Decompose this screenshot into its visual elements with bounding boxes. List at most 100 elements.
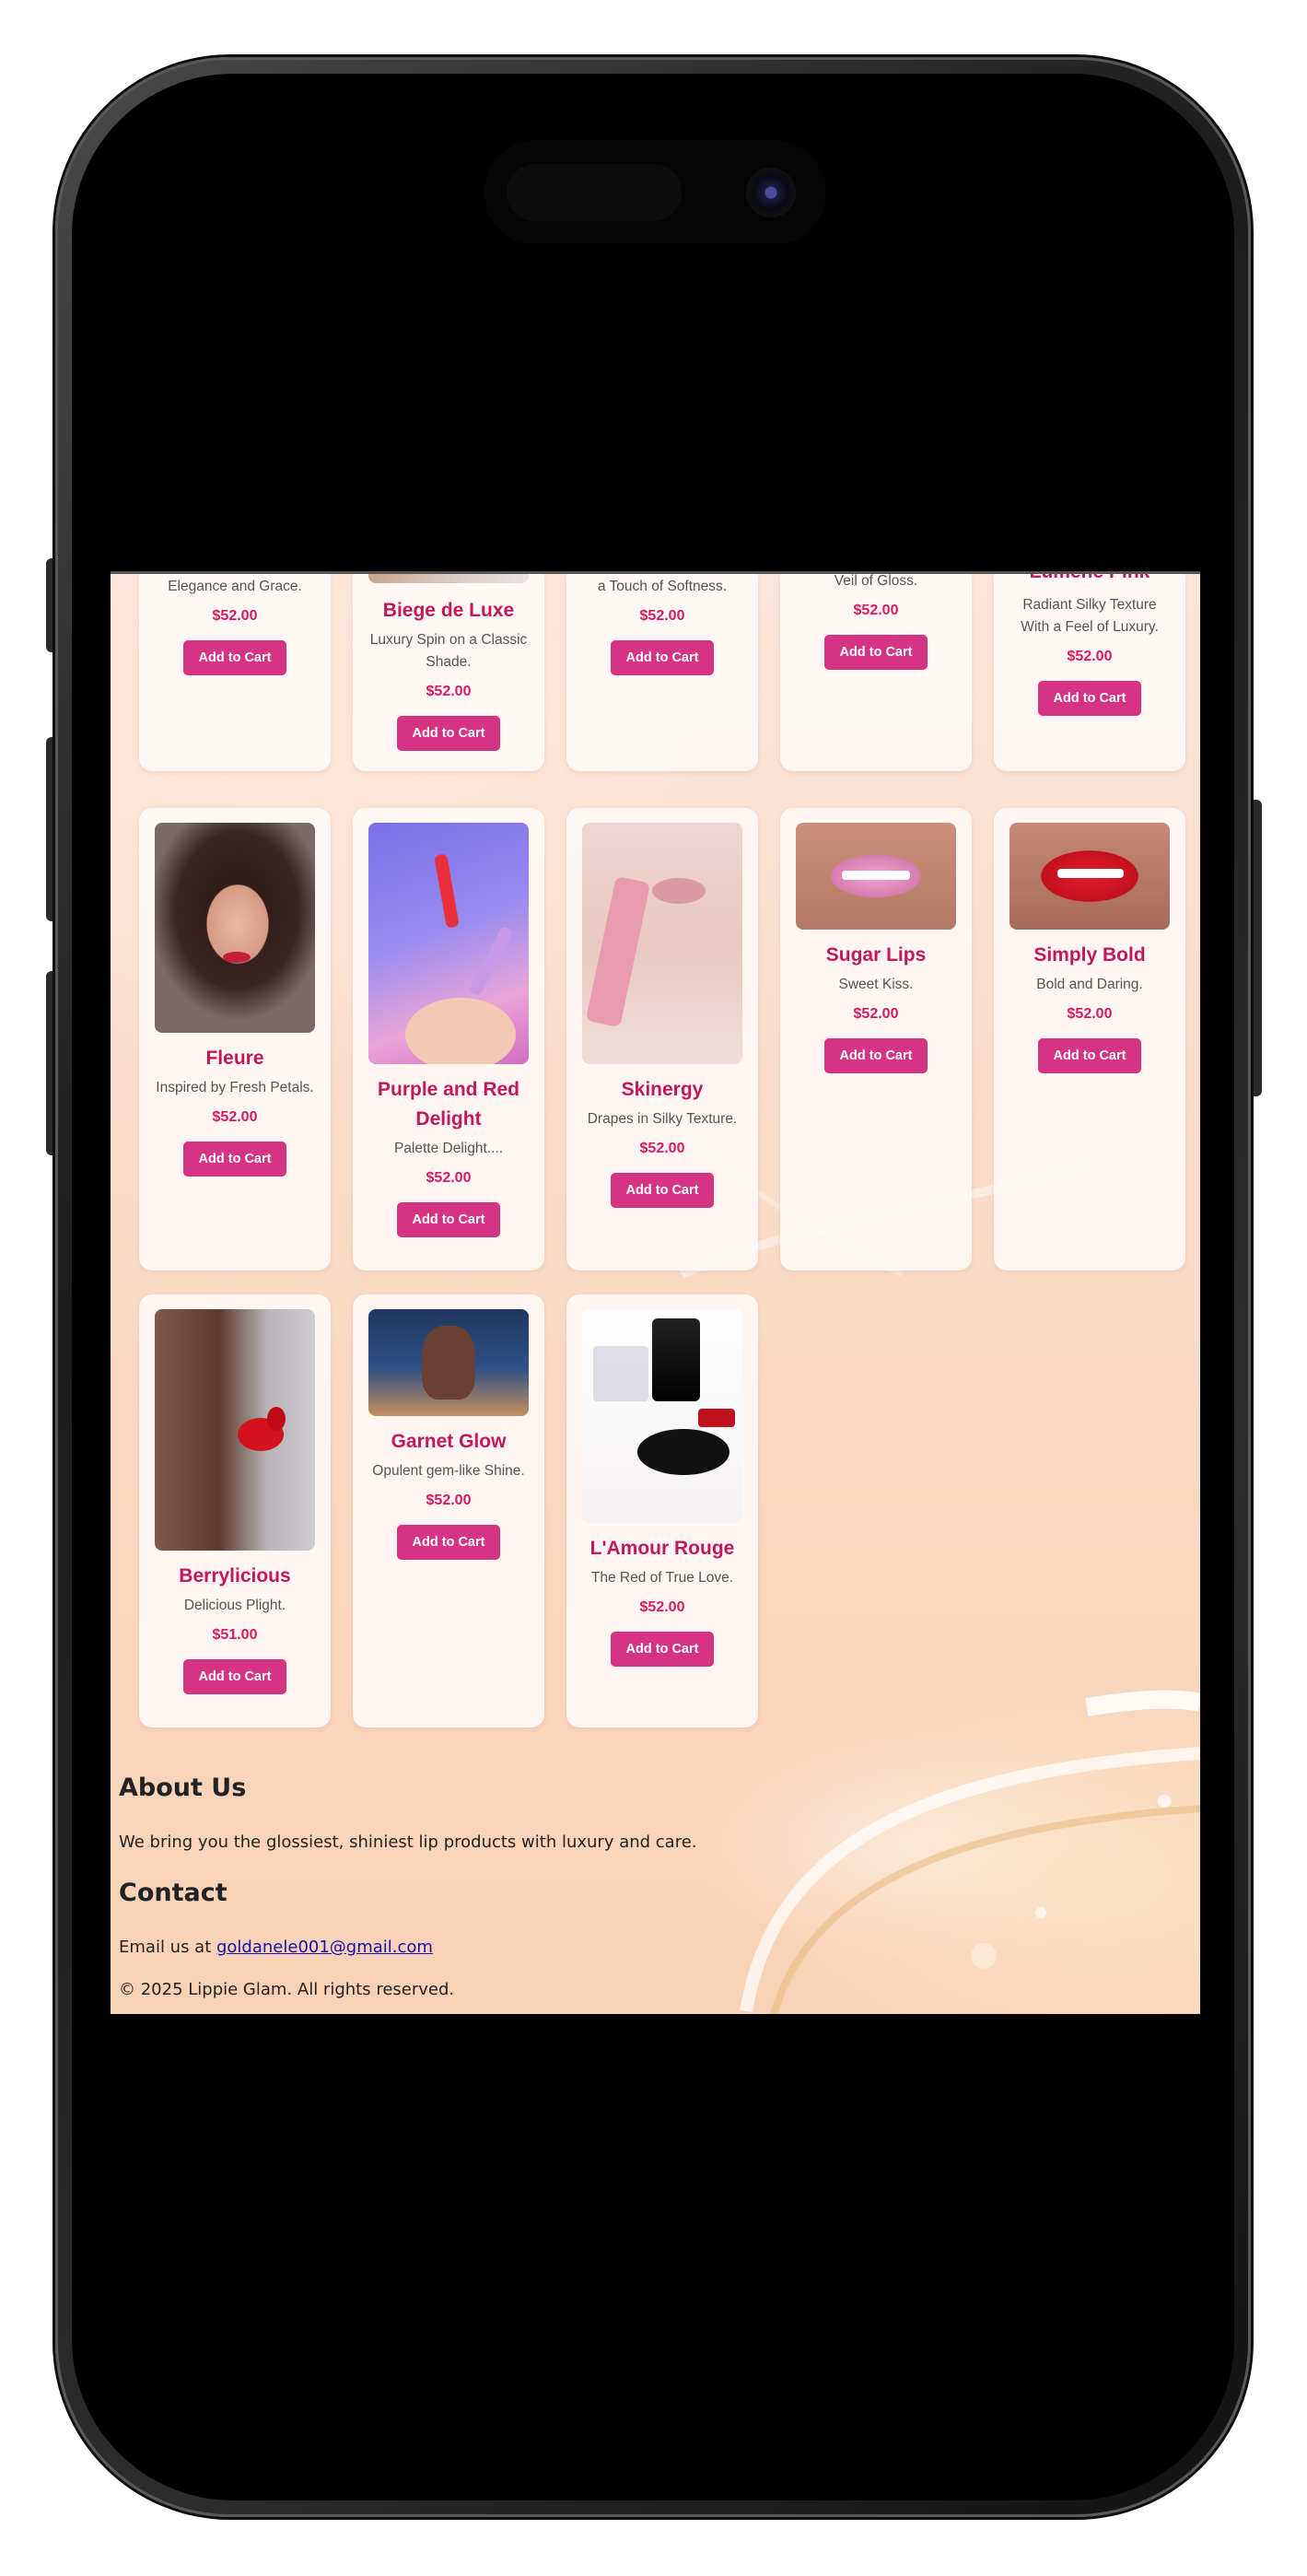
add-to-cart-button[interactable]: Add to Cart	[824, 1038, 928, 1073]
contact-section: Contact	[119, 1879, 228, 1907]
purple-gloss-tube	[468, 925, 514, 997]
strawberry-detail	[267, 1407, 286, 1431]
product-description: Palette Delight....	[393, 1141, 504, 1156]
contact-heading: Contact	[119, 1879, 228, 1907]
teeth-detail	[1057, 869, 1124, 878]
add-to-cart-button[interactable]: Add to Cart	[397, 1525, 500, 1560]
product-card-sugar-lips: Sugar Lips Sweet Kiss. $52.00 Add to Car…	[780, 808, 972, 1270]
product-description: Veil of Gloss.	[834, 573, 918, 589]
about-heading: About Us	[119, 1774, 247, 1802]
product-name: L'Amour Rouge	[589, 1538, 735, 1559]
web-page-viewport[interactable]: Elegance and Grace. $52.00 Add to Cart B…	[111, 571, 1200, 2014]
product-description: Radiant Silky Texture With a Feel of Lux…	[1021, 597, 1159, 635]
product-name: Purple and Red Delight	[377, 1079, 520, 1130]
copyright-wrap: © 2025 Lippie Glam. All rights reserved.	[119, 1980, 454, 1999]
add-to-cart-button[interactable]: Add to Cart	[611, 640, 714, 675]
product-description: Delicious Plight.	[183, 1598, 286, 1613]
product-image	[368, 1309, 529, 1416]
product-description: Sweet Kiss.	[838, 977, 914, 992]
add-to-cart-button[interactable]: Add to Cart	[1038, 681, 1141, 716]
product-image	[796, 823, 956, 930]
pink-gloss-tube	[585, 875, 651, 1028]
product-card-fleure: Fleure Inspired by Fresh Petals. $52.00 …	[139, 808, 331, 1270]
product-name: Sugar Lips	[825, 944, 927, 966]
product-card: Veil of Gloss. $52.00 Add to Cart	[780, 573, 972, 771]
contact-prefix: Email us at	[119, 1938, 216, 1957]
add-to-cart-button[interactable]: Add to Cart	[611, 1173, 714, 1208]
product-price: $52.00	[426, 1493, 472, 1508]
red-gloss-tube	[434, 853, 460, 929]
front-camera-icon	[746, 168, 796, 217]
product-name: Fleure	[205, 1048, 264, 1069]
power-button	[1249, 800, 1262, 1096]
product-image	[368, 574, 529, 583]
product-name: Lumene Pink	[1029, 571, 1150, 582]
perfume-bottle	[652, 1318, 700, 1401]
add-to-cart-button[interactable]: Add to Cart	[397, 1202, 500, 1237]
contact-line: Email us at goldanele001@gmail.com	[119, 1938, 433, 1957]
product-card: a Touch of Softness. $52.00 Add to Cart	[566, 574, 758, 771]
lips-detail	[223, 952, 251, 963]
product-name: Garnet Glow	[391, 1431, 507, 1452]
product-price: $52.00	[1067, 1006, 1113, 1022]
product-card-purple-and-red-delight: Purple and Red Delight Palette Delight..…	[353, 808, 544, 1270]
glass-bottle	[593, 1346, 648, 1401]
lips-detail	[652, 878, 706, 904]
product-image	[155, 823, 315, 1033]
product-description: Opulent gem-like Shine.	[372, 1463, 525, 1479]
add-to-cart-button[interactable]: Add to Cart	[183, 1142, 286, 1177]
product-description: Luxury Spin on a Classic Shade.	[369, 632, 528, 670]
product-description: a Touch of Softness.	[597, 579, 728, 594]
product-description: Drapes in Silky Texture.	[587, 1111, 738, 1127]
product-price: $52.00	[639, 608, 685, 624]
product-price: $52.00	[639, 1599, 685, 1615]
product-price: $51.00	[212, 1627, 258, 1643]
product-image	[1009, 823, 1170, 930]
copyright-text: © 2025 Lippie Glam. All rights reserved.	[119, 1980, 455, 1999]
about-section: About Us	[119, 1774, 246, 1802]
contact-email-link[interactable]: goldanele001@gmail.com	[216, 1938, 433, 1957]
product-card-garnet-glow: Garnet Glow Opulent gem-like Shine. $52.…	[353, 1294, 544, 1727]
add-to-cart-button[interactable]: Add to Cart	[183, 640, 286, 675]
dynamic-island-sensor	[507, 164, 682, 221]
add-to-cart-button[interactable]: Add to Cart	[397, 716, 500, 751]
product-price: $52.00	[853, 1006, 899, 1022]
product-description: Elegance and Grace.	[168, 579, 302, 594]
product-price: $52.00	[639, 1141, 685, 1156]
product-name: Simply Bold	[1033, 944, 1146, 966]
model-detail	[422, 1326, 475, 1399]
product-card-simply-bold: Simply Bold Bold and Daring. $52.00 Add …	[994, 808, 1185, 1270]
product-card-berrylicious: Berrylicious Delicious Plight. $51.00 Ad…	[139, 1294, 331, 1727]
product-price: $52.00	[212, 1109, 258, 1125]
product-name: Skinergy	[621, 1079, 704, 1100]
product-price: $52.00	[1067, 649, 1113, 664]
product-price: $52.00	[426, 1170, 472, 1186]
product-name: Berrylicious	[179, 1565, 291, 1587]
red-lipstick	[698, 1409, 735, 1427]
compact-case	[637, 1429, 729, 1475]
product-image	[582, 823, 742, 1064]
product-description: Inspired by Fresh Petals.	[156, 1080, 314, 1095]
product-description: The Red of True Love.	[590, 1570, 734, 1586]
product-card-lumene-pink: Lumene Pink Radiant Silky Texture With a…	[994, 571, 1185, 771]
product-card-lamour-rouge: L'Amour Rouge The Red of True Love. $52.…	[566, 1294, 758, 1727]
product-image	[582, 1309, 742, 1523]
product-card: Elegance and Grace. $52.00 Add to Cart	[139, 574, 331, 771]
add-to-cart-button[interactable]: Add to Cart	[611, 1632, 714, 1667]
hands-detail	[405, 998, 516, 1064]
product-card-biege-de-luxe: Biege de Luxe Luxury Spin on a Classic S…	[353, 574, 544, 771]
product-price: $52.00	[212, 608, 258, 624]
product-description: Bold and Daring.	[1036, 977, 1143, 992]
product-card-skinergy: Skinergy Drapes in Silky Texture. $52.00…	[566, 808, 758, 1270]
add-to-cart-button[interactable]: Add to Cart	[1038, 1038, 1141, 1073]
about-text: We bring you the glossiest, shiniest lip…	[119, 1832, 697, 1852]
teeth-detail	[842, 871, 910, 880]
product-price: $52.00	[426, 684, 472, 699]
product-name: Biege de Luxe	[382, 600, 515, 621]
add-to-cart-button[interactable]: Add to Cart	[183, 1659, 286, 1694]
add-to-cart-button[interactable]: Add to Cart	[824, 635, 928, 670]
product-image	[155, 1309, 315, 1551]
product-image	[368, 823, 529, 1064]
about-text-wrap: We bring you the glossiest, shiniest lip…	[119, 1832, 697, 1852]
product-price: $52.00	[853, 603, 899, 618]
